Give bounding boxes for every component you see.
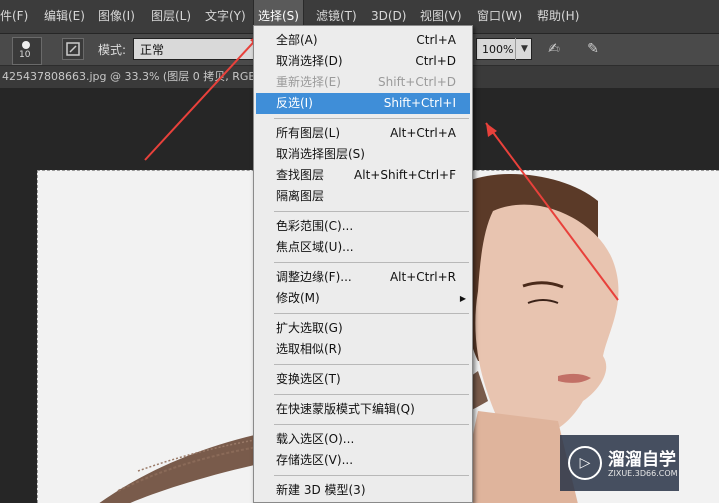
menu-separator (274, 475, 469, 476)
menu-item-modify[interactable]: 修改(M) ▶ (254, 288, 472, 309)
menu-separator (274, 394, 469, 395)
arrow-to-select-menu (144, 32, 263, 161)
menu-item-grow[interactable]: 扩大选取(G) (254, 318, 472, 339)
menu-item-similar[interactable]: 选取相似(R) (254, 339, 472, 360)
menu-item-find-layers[interactable]: 查找图层 Alt+Shift+Ctrl+F (254, 165, 472, 186)
menu-item-quick-mask[interactable]: 在快速蒙版模式下编辑(Q) (254, 399, 472, 420)
menu-item-isolate-layers[interactable]: 隔离图层 (254, 186, 472, 207)
menu-item-new-3d-extrusion[interactable]: 新建 3D 模型(3) (254, 480, 472, 501)
menu-item-save-selection[interactable]: 存储选区(V)... (254, 450, 472, 471)
menu-separator (274, 211, 469, 212)
menu-item-refine-edge[interactable]: 调整边缘(F)... Alt+Ctrl+R (254, 267, 472, 288)
select-menu-dropdown: 全部(A) Ctrl+A 取消选择(D) Ctrl+D 重新选择(E) Shift+C… (253, 25, 473, 503)
menu-item-transform-selection[interactable]: 变换选区(T) (254, 369, 472, 390)
watermark-subtitle: ZIXUE.3D66.COM (608, 469, 678, 478)
menu-separator (274, 313, 469, 314)
menu-item-color-range[interactable]: 色彩范围(C)... (254, 216, 472, 237)
watermark: ▷ 溜溜自学 ZIXUE.3D66.COM (560, 435, 679, 491)
menu-item-deselect[interactable]: 取消选择(D) Ctrl+D (254, 51, 472, 72)
arrow-to-inverse-item (485, 122, 619, 301)
menu-item-all-layers[interactable]: 所有图层(L) Alt+Ctrl+A (254, 123, 472, 144)
menu-item-reselect: 重新选择(E) Shift+Ctrl+D (276, 75, 456, 89)
watermark-title: 溜溜自学 (608, 450, 676, 470)
menu-separator (274, 262, 469, 263)
menu-item-select-all[interactable]: 全部(A) Ctrl+A (254, 30, 472, 51)
menu-separator (274, 424, 469, 425)
menu-separator (274, 118, 469, 119)
play-logo-icon: ▷ (568, 446, 602, 480)
menu-item-deselect-layers[interactable]: 取消选择图层(S) (254, 144, 472, 165)
menu-item-load-selection[interactable]: 载入选区(O)... (254, 429, 472, 450)
submenu-arrow-icon: ▶ (459, 294, 466, 303)
menu-item-inverse[interactable]: 反选(I) Shift+Ctrl+I (256, 93, 470, 114)
menu-separator (274, 364, 469, 365)
menu-item-focus-area[interactable]: 焦点区域(U)... (254, 237, 472, 258)
